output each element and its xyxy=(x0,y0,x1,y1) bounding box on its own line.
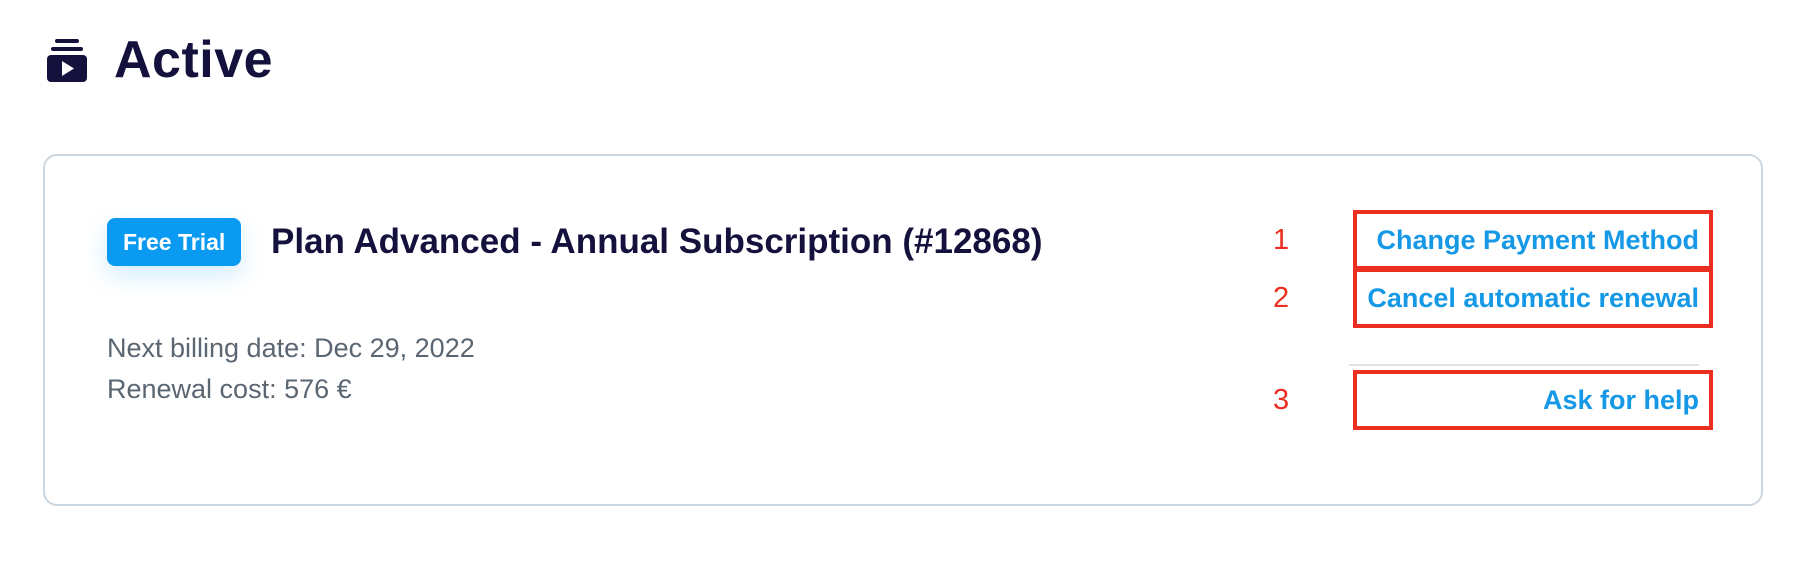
section-header: Active xyxy=(46,24,273,96)
subscription-actions: 1 Change Payment Method 2 Cancel automat… xyxy=(1273,210,1713,430)
plan-title: Plan Advanced - Annual Subscription (#12… xyxy=(271,222,1043,261)
action-row-change-payment: 1 Change Payment Method xyxy=(1273,210,1713,270)
action-row-ask-help: 3 Ask for help xyxy=(1273,370,1713,430)
action-row-cancel-renewal: 2 Cancel automatic renewal xyxy=(1273,268,1713,328)
ask-for-help-link[interactable]: Ask for help xyxy=(1543,385,1699,416)
annotation-marker: 2 xyxy=(1273,281,1290,314)
cancel-automatic-renewal-link[interactable]: Cancel automatic renewal xyxy=(1367,283,1699,314)
page-title: Active xyxy=(114,31,274,89)
subscriptions-icon xyxy=(46,37,88,83)
annotation-marker: 3 xyxy=(1273,383,1290,416)
next-billing-date: Next billing date: Dec 29, 2022 xyxy=(107,333,475,363)
renewal-cost: Renewal cost: 576 € xyxy=(107,374,352,404)
billing-info: Next billing date: Dec 29, 2022 Renewal … xyxy=(107,328,475,410)
status-badge: Free Trial xyxy=(107,218,242,266)
change-payment-method-link[interactable]: Change Payment Method xyxy=(1376,225,1699,256)
divider xyxy=(1349,364,1699,366)
subscription-card: Free Trial Plan Advanced - Annual Subscr… xyxy=(43,154,1763,506)
annotation-marker: 1 xyxy=(1273,223,1290,256)
